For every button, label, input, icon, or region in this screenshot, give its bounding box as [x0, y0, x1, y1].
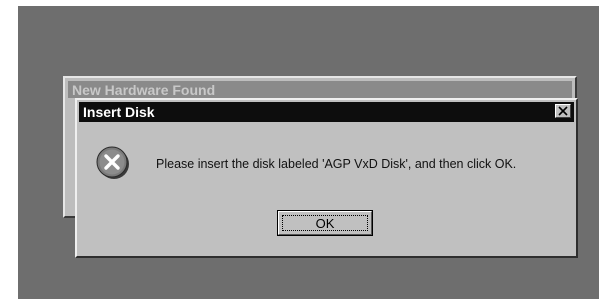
ok-button[interactable]: OK — [277, 210, 373, 236]
close-icon — [558, 106, 568, 116]
background-window-title: New Hardware Found — [72, 82, 216, 98]
error-icon — [96, 146, 129, 179]
background-titlebar: New Hardware Found — [68, 81, 572, 98]
close-button[interactable] — [555, 104, 571, 118]
dialog-title: Insert Disk — [83, 104, 155, 120]
desktop: New Hardware Found Insert Disk Please in… — [18, 6, 599, 299]
dialog-titlebar[interactable]: Insert Disk — [79, 102, 574, 122]
ok-button-label: OK — [315, 216, 335, 231]
dialog-message: Please insert the disk labeled 'AGP VxD … — [156, 157, 517, 171]
insert-disk-dialog: Insert Disk Please insert the disk label… — [75, 98, 578, 258]
